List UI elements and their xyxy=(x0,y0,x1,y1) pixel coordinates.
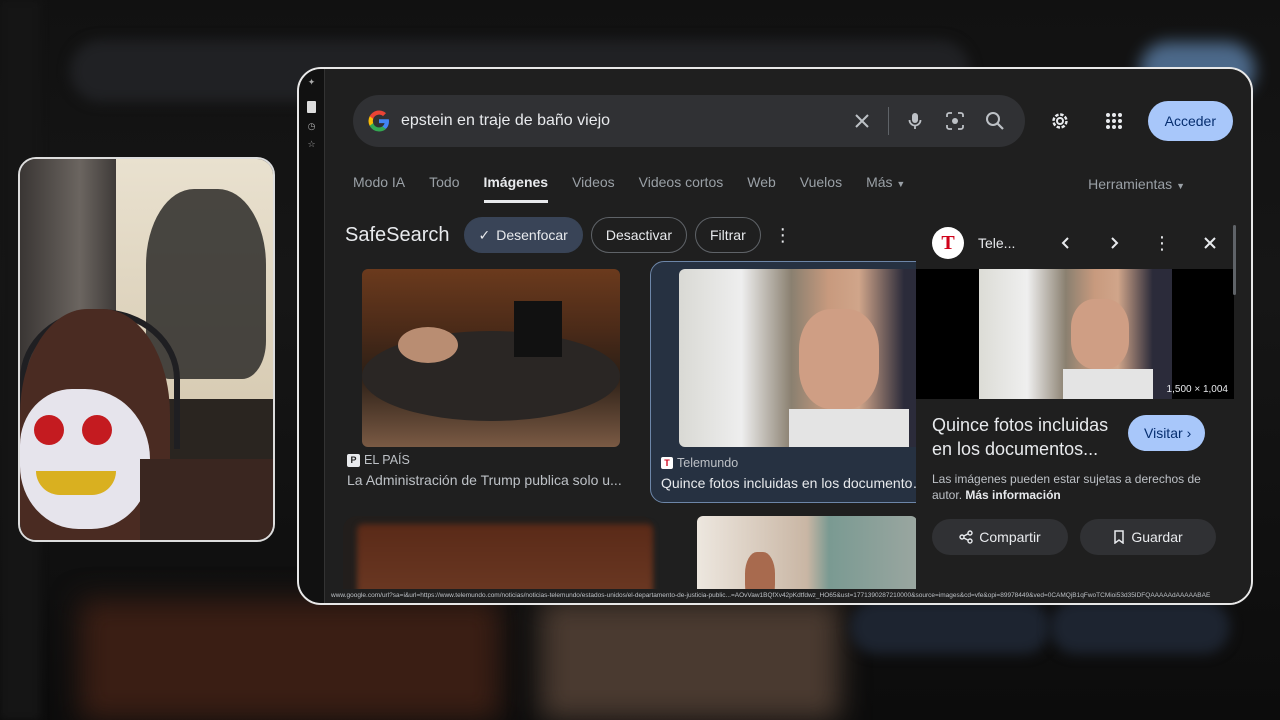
header-actions: Acceder xyxy=(1040,101,1233,141)
panel-title[interactable]: Quince fotos incluidas en los documentos… xyxy=(932,413,1122,461)
caret-down-icon: ▼ xyxy=(896,179,906,189)
copyright-note: Las imágenes pueden estar sujetas a dere… xyxy=(932,471,1222,503)
cam-eye-shape xyxy=(34,415,64,445)
safesearch-row: SafeSearch ✓ Desenfocar Desactivar Filtr… xyxy=(345,217,797,253)
tab-imagenes[interactable]: Imágenes xyxy=(483,174,549,203)
chevron-right-icon: › xyxy=(1186,425,1192,441)
background-image xyxy=(80,600,500,720)
cam-eye-shape xyxy=(82,415,112,445)
image-dimensions: 1,500 × 1,004 xyxy=(1166,384,1228,395)
image-preview-panel: T Tele... ⋮ 1,500 × 1,004 Quince fotos i… xyxy=(916,217,1236,603)
tab-videos-cortos[interactable]: Videos cortos xyxy=(639,174,724,203)
check-icon: ✓ xyxy=(478,226,491,243)
preview-image[interactable]: 1,500 × 1,004 xyxy=(916,269,1234,399)
more-options-icon[interactable]: ⋮ xyxy=(769,217,797,253)
signin-button[interactable]: Acceder xyxy=(1147,101,1233,141)
tools-label: Herramientas xyxy=(1088,176,1173,192)
tab-mas-label: Más xyxy=(866,174,893,190)
towel-shape xyxy=(1063,369,1153,399)
search-input[interactable]: epstein en traje de baño viejo xyxy=(401,112,842,130)
more-info-link[interactable]: Más información xyxy=(965,488,1060,502)
result-title[interactable]: Quince fotos incluidas en los documentos… xyxy=(661,475,929,491)
image-result-selected[interactable]: T Telemundo Quince fotos incluidas en lo… xyxy=(650,261,930,503)
search-tabs: Modo IA Todo Imágenes Videos Videos cort… xyxy=(353,174,929,203)
telemundo-logo-icon: T xyxy=(932,227,964,259)
tab-web[interactable]: Web xyxy=(747,174,776,203)
share-icon xyxy=(959,530,973,544)
result-title[interactable]: La Administración de Trump publica solo … xyxy=(347,472,637,488)
result-source: T Telemundo xyxy=(661,456,738,470)
panel-scrollbar[interactable] xyxy=(1233,225,1236,295)
chevron-right-icon[interactable] xyxy=(1094,223,1134,263)
panel-source-name[interactable]: Tele... xyxy=(978,235,1038,251)
google-g-icon xyxy=(367,109,391,133)
cam-mouth-shape xyxy=(36,471,116,495)
more-vert-icon[interactable]: ⋮ xyxy=(1142,223,1182,263)
lens-camera-icon[interactable] xyxy=(935,101,975,141)
tab-modo-ia[interactable]: Modo IA xyxy=(353,174,405,203)
share-button[interactable]: Compartir xyxy=(932,519,1068,555)
background-share-button xyxy=(850,600,1050,654)
image-result[interactable]: P EL PAÍS La Administración de Trump pub… xyxy=(343,264,623,500)
star-icon[interactable]: ☆ xyxy=(307,139,317,149)
blur-chip[interactable]: ✓ Desenfocar xyxy=(463,217,583,253)
search-results-page: epstein en traje de baño viejo Acceder M… xyxy=(325,69,1251,603)
share-label: Compartir xyxy=(979,529,1041,545)
background-image xyxy=(540,600,840,720)
blur-chip-label: Desenfocar xyxy=(496,227,568,243)
tab-mas[interactable]: Más ▼ xyxy=(866,174,905,203)
status-bar-url: www.google.com/url?sa=i&url=https://www.… xyxy=(325,589,1251,603)
clear-icon[interactable] xyxy=(842,101,882,141)
bookmark-icon xyxy=(1114,530,1125,544)
save-label: Guardar xyxy=(1131,529,1183,545)
result-source-name: EL PAÍS xyxy=(364,453,410,467)
result-thumbnail[interactable] xyxy=(362,269,620,447)
page-icon[interactable] xyxy=(307,101,316,113)
browser-window: ✦ ◷ ☆ epstein en traje de baño viejo Acc… xyxy=(297,67,1253,605)
webcam-overlay xyxy=(18,157,275,542)
person-shape xyxy=(1071,299,1129,369)
chevron-left-icon[interactable] xyxy=(1046,223,1086,263)
result-source: P EL PAÍS xyxy=(347,453,410,467)
panel-header: T Tele... ⋮ xyxy=(916,217,1236,269)
person-shape xyxy=(799,309,879,409)
browser-side-strip: ✦ ◷ ☆ xyxy=(299,69,325,603)
result-thumbnail[interactable] xyxy=(679,269,929,447)
save-button[interactable]: Guardar xyxy=(1080,519,1216,555)
preview-photo xyxy=(979,269,1172,399)
tab-videos[interactable]: Videos xyxy=(572,174,615,203)
searchbar-divider xyxy=(888,107,889,135)
disable-chip[interactable]: Desactivar xyxy=(590,217,687,253)
person-shape xyxy=(398,327,458,363)
filter-chip[interactable]: Filtrar xyxy=(694,217,761,253)
microphone-icon[interactable] xyxy=(895,101,935,141)
telemundo-icon: T xyxy=(661,457,673,469)
censor-block xyxy=(514,301,562,357)
caret-down-icon: ▼ xyxy=(1176,181,1185,191)
result-source-name: Telemundo xyxy=(677,456,739,470)
tools-menu[interactable]: Herramientas ▼ xyxy=(1088,176,1185,192)
search-icon[interactable] xyxy=(975,101,1015,141)
cam-mask-shape xyxy=(20,389,150,529)
apps-grid-icon[interactable] xyxy=(1094,101,1134,141)
el-pais-icon: P xyxy=(347,453,360,467)
towel-shape xyxy=(789,409,909,447)
visit-label: Visitar xyxy=(1144,425,1183,441)
pin-icon[interactable]: ✦ xyxy=(307,77,317,87)
settings-icon[interactable] xyxy=(1040,101,1080,141)
tab-todo[interactable]: Todo xyxy=(429,174,459,203)
background-save-button xyxy=(1050,600,1230,654)
cam-jacket-shape xyxy=(140,459,273,540)
close-icon[interactable] xyxy=(1190,223,1230,263)
history-icon[interactable]: ◷ xyxy=(307,121,317,131)
search-bar[interactable]: epstein en traje de baño viejo xyxy=(353,95,1025,147)
safesearch-label: SafeSearch xyxy=(345,223,450,246)
visit-button[interactable]: Visitar › xyxy=(1128,415,1206,451)
tab-vuelos[interactable]: Vuelos xyxy=(800,174,842,203)
